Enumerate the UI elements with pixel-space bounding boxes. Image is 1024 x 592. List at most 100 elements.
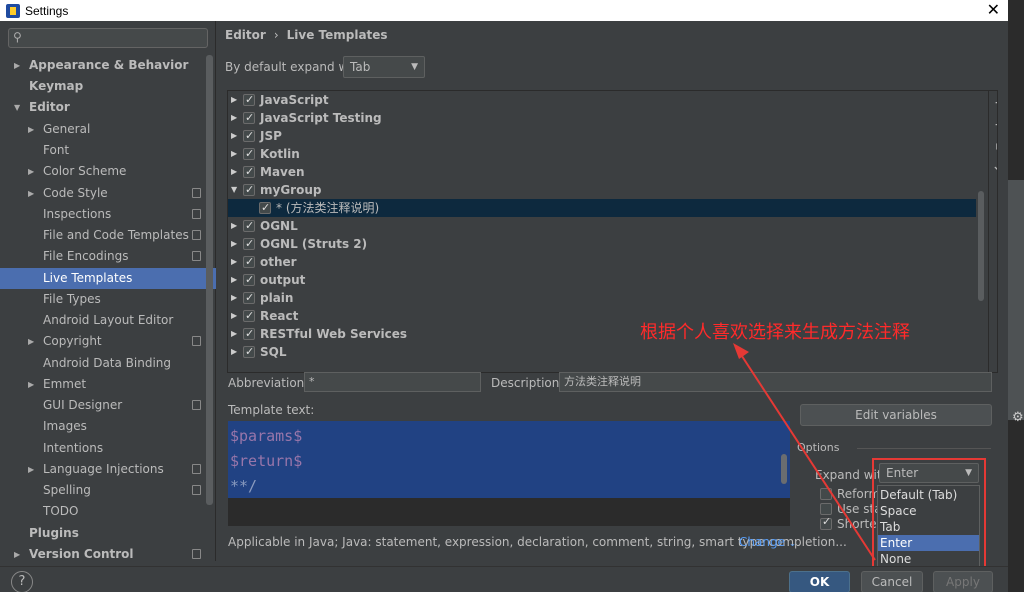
change-contexts-link[interactable]: Change ⌄ xyxy=(739,535,796,549)
project-scope-icon xyxy=(192,485,201,495)
template-group-row[interactable]: ▶JavaScript xyxy=(228,91,976,109)
sidebar-item-todo[interactable]: TODO xyxy=(0,501,216,522)
checkbox[interactable] xyxy=(243,235,255,253)
settings-sidebar: ⚲ ▶ Appearance & Behavior Keymap ▼ Editor … xyxy=(0,21,216,561)
sidebar-item-emmet[interactable]: ▶ Emmet xyxy=(0,374,216,395)
shorten-fq-checkbox[interactable] xyxy=(820,515,832,530)
restore-icon[interactable]: ↶ xyxy=(992,161,997,177)
remove-icon[interactable]: − xyxy=(992,117,997,133)
templates-toolbar: + − ⧉ ↶ xyxy=(988,91,997,372)
checkbox[interactable] xyxy=(243,181,255,199)
sidebar-item-images[interactable]: Images xyxy=(0,416,216,437)
checkbox[interactable] xyxy=(243,325,255,343)
help-button[interactable]: ? xyxy=(11,571,33,592)
cancel-button[interactable]: Cancel xyxy=(861,571,923,592)
project-scope-icon xyxy=(192,464,201,474)
checkbox[interactable] xyxy=(243,109,255,127)
edit-variables-button[interactable]: Edit variables xyxy=(800,404,992,426)
template-group-row[interactable]: ▶output xyxy=(228,271,976,289)
checkbox[interactable] xyxy=(243,163,255,181)
sidebar-item-gui-designer[interactable]: GUI Designer xyxy=(0,395,216,416)
checkbox[interactable] xyxy=(243,91,255,109)
chevron-down-icon: ⌄ xyxy=(788,539,797,549)
template-group-row[interactable]: ▶plain xyxy=(228,289,976,307)
sidebar-item-spelling[interactable]: Spelling xyxy=(0,480,216,501)
description-input[interactable]: 方法类注释说明 xyxy=(559,372,992,392)
sidebar-item-font[interactable]: Font xyxy=(0,140,216,161)
checkbox[interactable] xyxy=(259,199,271,217)
copy-icon[interactable]: ⧉ xyxy=(992,139,997,155)
intellij-app-icon xyxy=(6,3,20,18)
ok-button[interactable]: OK xyxy=(789,571,850,592)
background-ide-strip xyxy=(1008,0,1024,592)
annotation-text: 根据个人喜欢选择来生成方法注释 xyxy=(640,322,910,343)
template-item-row[interactable]: * (方法类注释说明) xyxy=(228,199,976,217)
search-icon: ⚲ xyxy=(13,30,22,44)
checkbox[interactable] xyxy=(243,127,255,145)
template-group-row[interactable]: ▶SQL xyxy=(228,343,976,361)
dialog-footer: ? OK Cancel Apply xyxy=(0,566,1008,592)
template-group-row[interactable]: ▶OGNL (Struts 2) xyxy=(228,235,976,253)
apply-button[interactable]: Apply xyxy=(933,571,993,592)
close-icon[interactable]: ✕ xyxy=(987,0,1000,20)
chevron-down-icon: ▼ xyxy=(411,62,418,72)
sidebar-item-version-control[interactable]: ▶ Version Control xyxy=(0,544,216,565)
description-label: Description: xyxy=(491,376,564,390)
sidebar-item-code-style[interactable]: ▶ Code Style xyxy=(0,183,216,204)
checkbox[interactable] xyxy=(243,253,255,271)
checkbox[interactable] xyxy=(243,343,255,361)
editor-line: $params$ xyxy=(230,427,303,445)
sidebar-item-file-code-templates[interactable]: File and Code Templates xyxy=(0,225,216,246)
sidebar-scrollbar[interactable] xyxy=(206,55,213,505)
options-title: Options xyxy=(797,441,840,454)
annotation-highlight-box xyxy=(872,458,986,578)
checkbox[interactable] xyxy=(243,289,255,307)
reformat-checkbox[interactable] xyxy=(820,488,832,500)
sidebar-item-language-injections[interactable]: ▶ Language Injections xyxy=(0,459,216,480)
sidebar-item-keymap[interactable]: Keymap xyxy=(0,76,216,97)
editor-selection xyxy=(228,421,790,498)
template-group-row[interactable]: ▼myGroup xyxy=(228,181,976,199)
sidebar-item-intentions[interactable]: Intentions xyxy=(0,438,216,459)
project-scope-icon xyxy=(192,549,201,559)
template-text-editor[interactable]: $params$ $return$ **/ xyxy=(228,421,790,526)
template-group-row[interactable]: ▶JSP xyxy=(228,127,976,145)
checkbox[interactable] xyxy=(243,307,255,325)
sidebar-item-plugins[interactable]: Plugins xyxy=(0,523,216,544)
sidebar-item-file-encodings[interactable]: File Encodings xyxy=(0,246,216,267)
breadcrumb-live-templates: Live Templates xyxy=(286,28,388,42)
breadcrumb: Editor › Live Templates xyxy=(225,28,388,42)
editor-scrollbar[interactable] xyxy=(781,454,787,484)
sidebar-item-color-scheme[interactable]: ▶ Color Scheme xyxy=(0,161,216,182)
template-group-row[interactable]: ▶other xyxy=(228,253,976,271)
checkbox[interactable] xyxy=(243,217,255,235)
add-icon[interactable]: + xyxy=(992,95,997,111)
abbreviation-input[interactable]: * xyxy=(304,372,481,392)
templates-scrollbar[interactable] xyxy=(978,191,984,301)
sidebar-item-appearance-behavior[interactable]: ▶ Appearance & Behavior xyxy=(0,55,216,76)
project-scope-icon xyxy=(192,230,201,240)
sidebar-item-general[interactable]: ▶ General xyxy=(0,119,216,140)
template-group-row[interactable]: ▶Kotlin xyxy=(228,145,976,163)
title-bar: Settings ✕ xyxy=(0,0,1008,21)
checkbox[interactable] xyxy=(243,271,255,289)
sidebar-item-editor[interactable]: ▼ Editor xyxy=(0,97,216,118)
sidebar-item-file-types[interactable]: File Types xyxy=(0,289,216,310)
sidebar-item-inspections[interactable]: Inspections xyxy=(0,204,216,225)
project-scope-icon xyxy=(192,251,201,261)
sidebar-item-live-templates[interactable]: Live Templates xyxy=(0,268,216,289)
sidebar-item-android-layout-editor[interactable]: Android Layout Editor xyxy=(0,310,216,331)
sidebar-item-copyright[interactable]: ▶ Copyright xyxy=(0,331,216,352)
template-group-row[interactable]: ▶Maven xyxy=(228,163,976,181)
checkbox[interactable] xyxy=(243,145,255,163)
sidebar-item-android-data-binding[interactable]: Android Data Binding xyxy=(0,353,216,374)
options-divider xyxy=(857,448,991,449)
template-group-row[interactable]: ▶JavaScript Testing xyxy=(228,109,976,127)
search-input[interactable]: ⚲ xyxy=(8,28,208,48)
default-expand-select[interactable]: Tab ▼ xyxy=(343,56,425,78)
use-static-checkbox[interactable] xyxy=(820,503,832,515)
window-title: Settings xyxy=(25,3,69,18)
template-group-row[interactable]: ▶OGNL xyxy=(228,217,976,235)
project-scope-icon xyxy=(192,188,201,198)
template-text-label: Template text: xyxy=(228,403,315,417)
